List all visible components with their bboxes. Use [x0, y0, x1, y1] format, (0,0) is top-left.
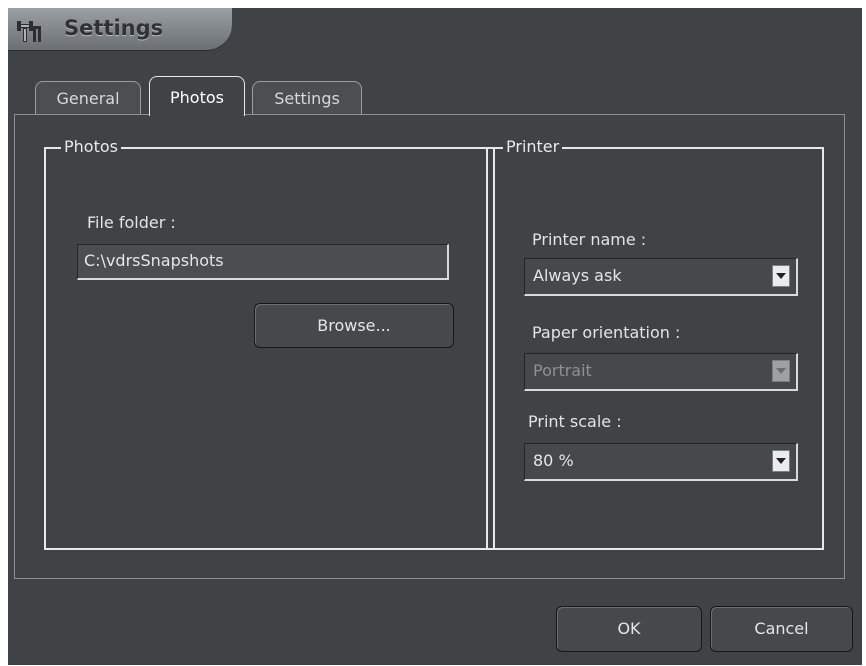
printer-group	[486, 147, 824, 550]
cancel-button[interactable]: Cancel	[710, 606, 853, 652]
chevron-down-icon	[772, 360, 790, 382]
browse-button[interactable]: Browse...	[254, 303, 454, 348]
tab-settings[interactable]: Settings	[252, 81, 362, 114]
paper-orientation-value: Portrait	[533, 361, 592, 380]
file-folder-label: File folder :	[87, 213, 176, 232]
printer-name-select[interactable]: Always ask	[524, 258, 798, 296]
window-title: Settings	[64, 16, 164, 40]
printer-name-label: Printer name :	[532, 230, 647, 249]
ok-button[interactable]: OK	[556, 606, 702, 652]
print-scale-label: Print scale :	[528, 412, 622, 431]
printer-name-value: Always ask	[533, 266, 622, 285]
paper-orientation-label: Paper orientation :	[532, 323, 681, 342]
tab-general[interactable]: General	[35, 81, 141, 114]
printer-group-legend: Printer	[503, 138, 563, 156]
settings-icon	[15, 18, 43, 44]
print-scale-select[interactable]: 80 %	[524, 443, 798, 481]
title-bar: Settings	[8, 8, 232, 51]
print-scale-value: 80 %	[533, 451, 574, 470]
chevron-down-icon[interactable]	[772, 450, 790, 472]
chevron-down-icon[interactable]	[772, 265, 790, 287]
photos-group	[44, 147, 495, 550]
file-folder-field[interactable]: C:\vdrsSnapshots	[77, 244, 449, 280]
tab-photos[interactable]: Photos	[149, 76, 245, 116]
photos-group-legend: Photos	[61, 138, 121, 156]
paper-orientation-select: Portrait	[524, 353, 798, 391]
